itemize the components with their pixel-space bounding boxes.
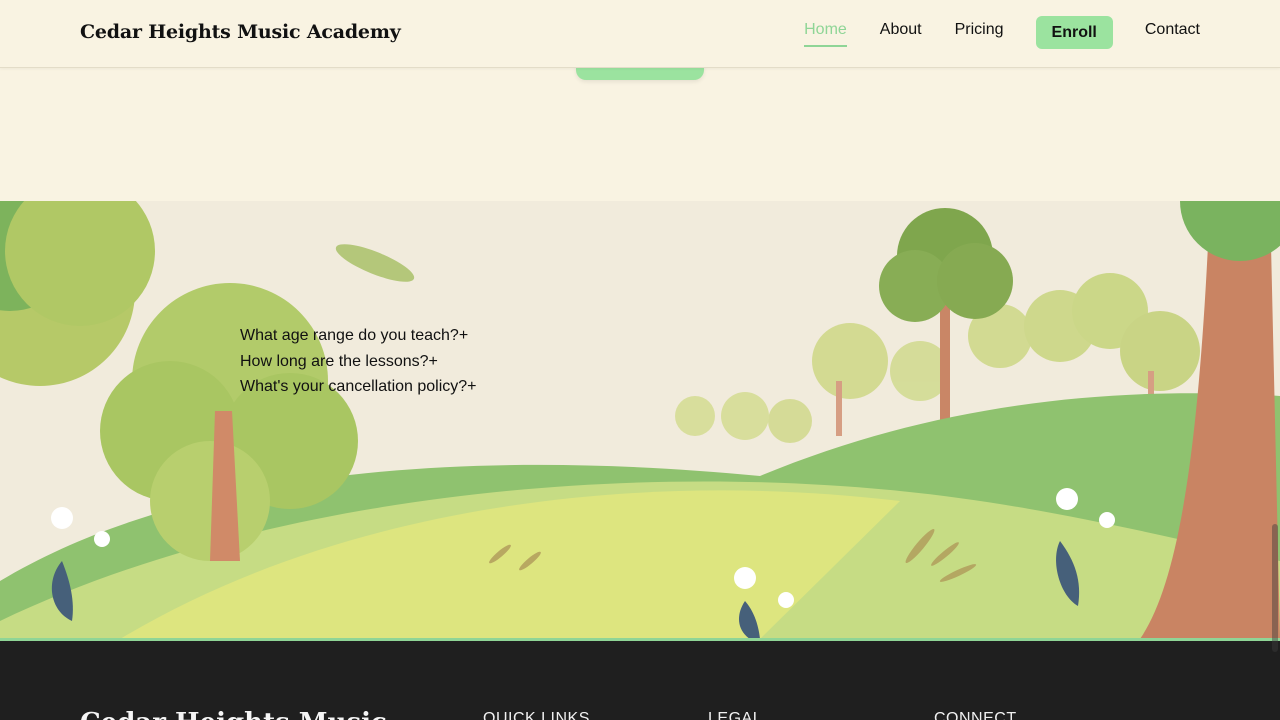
faq-item[interactable]: How long are the lessons?+ xyxy=(240,349,477,375)
site-logo-text[interactable]: Cedar Heights Music Academy xyxy=(80,21,401,43)
nav-link-contact[interactable]: Contact xyxy=(1145,16,1200,45)
scrollbar-thumb[interactable] xyxy=(1272,524,1278,652)
faq-list: What age range do you teach?+ How long a… xyxy=(240,323,477,400)
forest-illustration xyxy=(0,201,1280,639)
footer-brand: Cedar Heights Music xyxy=(80,708,387,720)
nav-link-pricing[interactable]: Pricing xyxy=(955,16,1004,45)
nav-link-about[interactable]: About xyxy=(880,16,922,45)
footer-heading-legal: LEGAL xyxy=(708,710,763,720)
nav-link-home[interactable]: Home xyxy=(804,16,847,47)
faq-section: What age range do you teach?+ How long a… xyxy=(0,201,1280,639)
enroll-button[interactable]: Enroll xyxy=(1035,16,1113,49)
footer-heading-connect: CONNECT xyxy=(934,710,1017,720)
faq-item[interactable]: What age range do you teach?+ xyxy=(240,323,477,349)
site-header: Cedar Heights Music Academy Home About P… xyxy=(0,0,1280,68)
faq-item[interactable]: What's your cancellation policy?+ xyxy=(240,374,477,400)
main-nav: Home About Pricing Enroll Contact xyxy=(771,16,1200,49)
site-footer: Cedar Heights Music QUICK LINKS LEGAL CO… xyxy=(0,641,1280,720)
footer-heading-quick-links: QUICK LINKS xyxy=(483,710,590,720)
